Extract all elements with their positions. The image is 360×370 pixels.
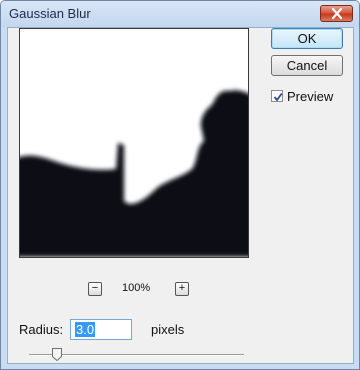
- preview-image[interactable]: [19, 28, 249, 258]
- gaussian-blur-dialog: Gaussian Blur − 100% + OK Cancel Preview…: [0, 0, 360, 370]
- radius-value: 3.0: [75, 322, 96, 337]
- preview-label: Preview: [287, 89, 334, 104]
- radius-input[interactable]: 3.0: [70, 319, 132, 340]
- dialog-body: − 100% + OK Cancel Preview Radius: 3.0 p…: [7, 27, 354, 364]
- radius-unit-label: pixels: [151, 322, 185, 337]
- preview-checkbox-row[interactable]: Preview: [271, 89, 351, 107]
- close-button[interactable]: [320, 5, 353, 22]
- cancel-button[interactable]: Cancel: [271, 55, 343, 76]
- zoom-controls: − 100% +: [8, 282, 268, 302]
- close-icon: [331, 8, 343, 19]
- slider-thumb-icon: [51, 348, 62, 362]
- blurred-preview-graphic: [20, 29, 248, 257]
- ok-button[interactable]: OK: [271, 28, 343, 49]
- checkmark-icon: [273, 92, 283, 102]
- zoom-out-button[interactable]: −: [88, 282, 102, 296]
- radius-label: Radius:: [19, 322, 64, 337]
- zoom-level: 100%: [122, 282, 151, 294]
- preview-checkbox[interactable]: [271, 90, 283, 102]
- zoom-in-button[interactable]: +: [175, 282, 189, 296]
- window-title: Gaussian Blur: [9, 6, 91, 21]
- title-bar[interactable]: Gaussian Blur: [1, 1, 359, 27]
- radius-slider-thumb[interactable]: [51, 348, 62, 362]
